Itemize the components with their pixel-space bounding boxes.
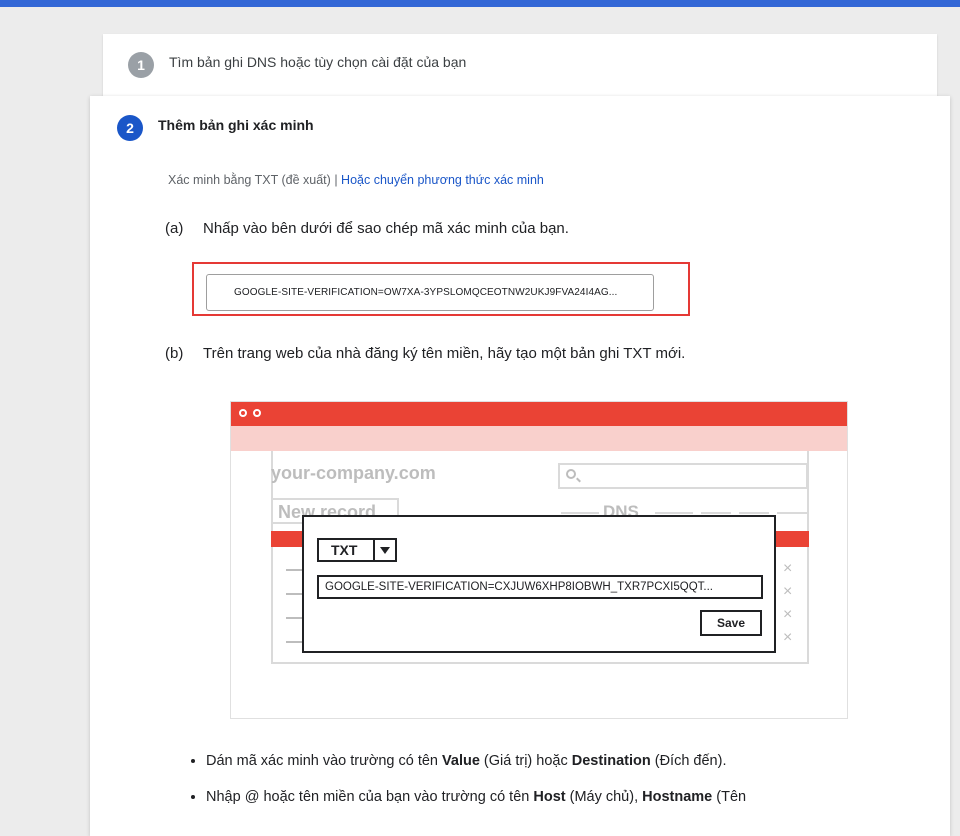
illustration-line bbox=[561, 512, 599, 514]
illustration-row-dash bbox=[286, 593, 302, 595]
step-1-card[interactable]: 1 Tìm bản ghi DNS hoặc tùy chọn cài đặt … bbox=[103, 34, 937, 100]
substep-a-label: (a) bbox=[165, 220, 184, 237]
illustration-domain: your-company.com bbox=[271, 463, 436, 483]
illustration-row-dash bbox=[286, 641, 302, 643]
illustration-line bbox=[701, 512, 731, 514]
switch-method-link[interactable]: Hoặc chuyển phương thức xác minh bbox=[341, 173, 544, 187]
substep-b-label: (b) bbox=[165, 345, 184, 362]
substep-a-text: Nhấp vào bên dưới để sao chép mã xác min… bbox=[203, 220, 569, 237]
window-dot-icon bbox=[239, 409, 247, 417]
illustration-row-dash bbox=[286, 617, 302, 619]
illustration-line bbox=[777, 512, 807, 514]
record-type-value: TXT bbox=[331, 542, 358, 558]
list-item: Nhập @ hoặc tên miền của bạn vào trường … bbox=[206, 788, 946, 806]
close-icon: × bbox=[783, 560, 793, 577]
illustration-row-dash bbox=[286, 569, 302, 571]
substep-b-text: Trên trang web của nhà đăng ký tên miền,… bbox=[203, 345, 686, 362]
substep-b: (b) Trên trang web của nhà đăng ký tên mi… bbox=[165, 345, 685, 362]
illustration-header-band bbox=[231, 426, 847, 451]
illustration-line bbox=[655, 512, 693, 514]
verification-code-copy-field[interactable]: GOOGLE-SITE-VERIFICATION=OW7XA-3YPSLOMQC… bbox=[206, 274, 654, 311]
dropdown-arrow-icon bbox=[380, 547, 390, 554]
step-1-number: 1 bbox=[128, 52, 154, 78]
step-1-title[interactable]: Tìm bản ghi DNS hoặc tùy chọn cài đặt củ… bbox=[169, 54, 466, 70]
dns-record-illustration: your-company.com New record DNS × × × × … bbox=[230, 401, 848, 719]
illustration-record-dialog: TXT GOOGLE-SITE-VERIFICATION=CXJUW6XHP8I… bbox=[302, 515, 776, 653]
illustration-save-button: Save bbox=[700, 610, 762, 636]
select-divider bbox=[373, 540, 375, 560]
method-separator: | bbox=[334, 173, 338, 187]
step-2-title: Thêm bản ghi xác minh bbox=[158, 117, 314, 133]
top-app-bar bbox=[0, 0, 960, 7]
method-label: Xác minh bằng TXT (đề xuất) bbox=[168, 173, 331, 187]
list-item: Dán mã xác minh vào trường có tên Value … bbox=[206, 752, 946, 770]
search-icon bbox=[566, 469, 576, 479]
illustration-window-bar bbox=[231, 402, 847, 426]
instruction-list: Dán mã xác minh vào trường có tên Value … bbox=[186, 752, 946, 824]
verification-method-line: Xác minh bằng TXT (đề xuất) | Hoặc chuyể… bbox=[168, 173, 544, 187]
step-2-number: 2 bbox=[117, 115, 143, 141]
illustration-record-value: GOOGLE-SITE-VERIFICATION=CXJUW6XHP8IOBWH… bbox=[317, 575, 763, 599]
substep-a: (a) Nhấp vào bên dưới để sao chép mã xác … bbox=[165, 220, 569, 237]
close-icon: × bbox=[783, 583, 793, 600]
step-2-card: 2 Thêm bản ghi xác minh Xác minh bằng TX… bbox=[90, 96, 950, 836]
window-dot-icon bbox=[253, 409, 261, 417]
illustration-record-type-select: TXT bbox=[317, 538, 397, 562]
illustration-line bbox=[739, 512, 769, 514]
illustration-search-box bbox=[558, 463, 808, 489]
close-icon: × bbox=[783, 629, 793, 646]
close-icon: × bbox=[783, 606, 793, 623]
